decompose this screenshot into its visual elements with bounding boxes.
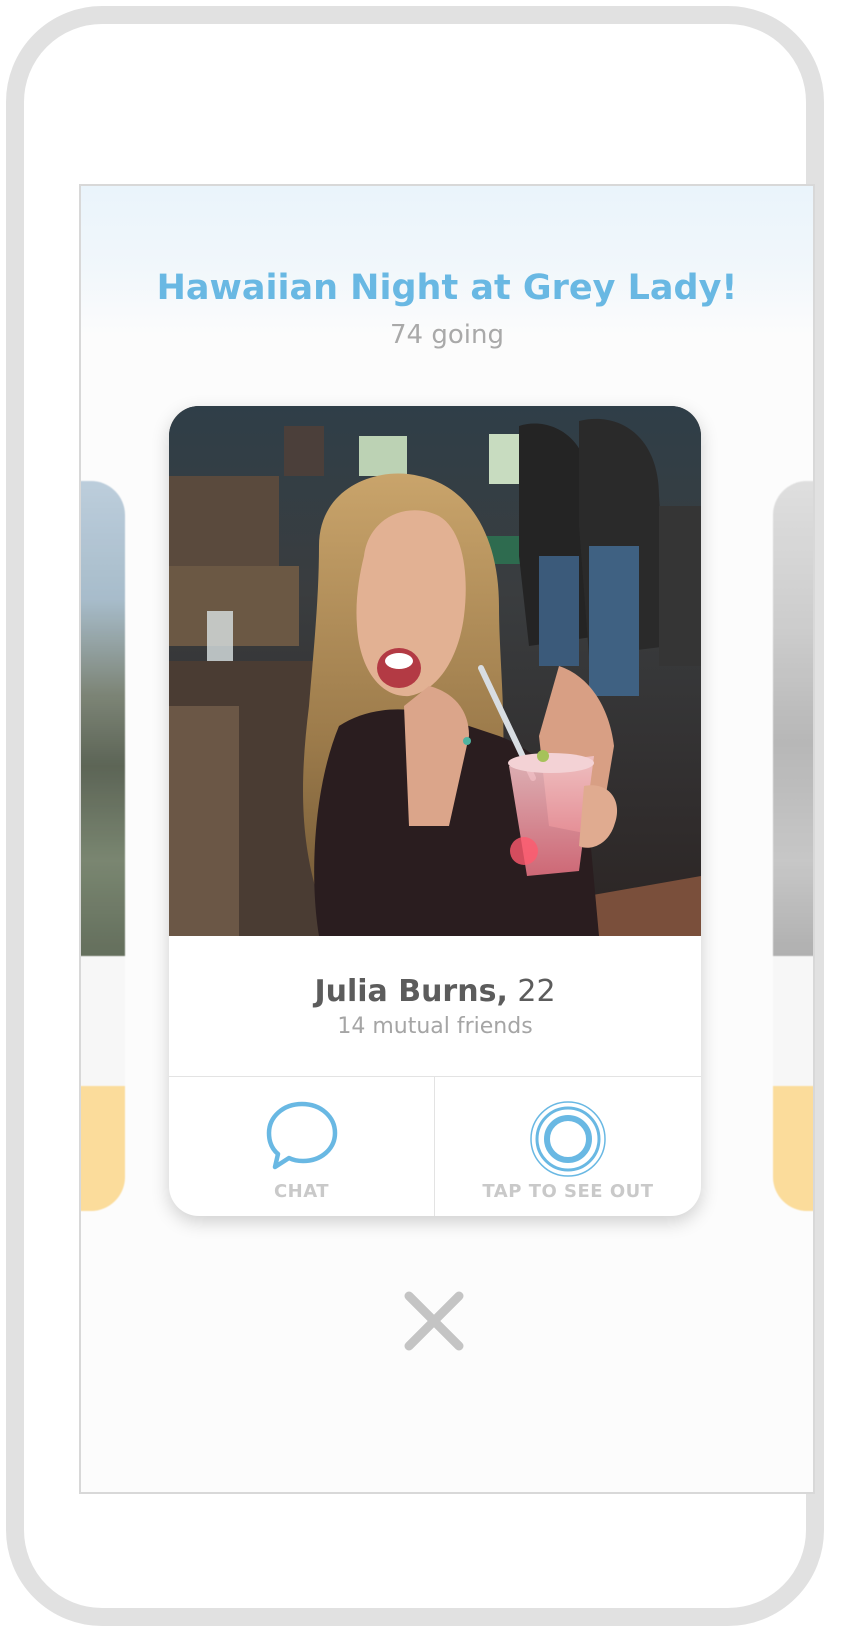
previous-profile-photo bbox=[81, 481, 125, 956]
event-going-count: 74 going bbox=[390, 320, 504, 350]
next-profile-card[interactable] bbox=[773, 481, 813, 1211]
phone-frame: Hawaiian Night at Grey Lady! 74 going Ju… bbox=[6, 6, 824, 1626]
mutual-friends: 14 mutual friends bbox=[337, 1014, 533, 1039]
app-screen: Hawaiian Night at Grey Lady! 74 going Ju… bbox=[79, 184, 815, 1494]
event-title: Hawaiian Night at Grey Lady! bbox=[156, 268, 738, 308]
previous-profile-bar bbox=[81, 1086, 125, 1211]
concentric-rings-icon bbox=[528, 1099, 608, 1183]
close-button[interactable] bbox=[399, 1286, 469, 1356]
tap-to-see-out-label: TAP TO SEE OUT bbox=[482, 1181, 654, 1202]
header-background bbox=[81, 186, 813, 336]
profile-card[interactable]: Julia Burns, 22 14 mutual friends CHAT T… bbox=[169, 406, 701, 1216]
previous-profile-card[interactable] bbox=[81, 481, 125, 1211]
profile-name-line: Julia Burns, 22 bbox=[169, 974, 701, 1009]
profile-photo-illustration bbox=[169, 406, 701, 936]
profile-info: Julia Burns, 22 14 mutual friends bbox=[169, 936, 701, 1076]
next-profile-bar bbox=[773, 1086, 813, 1211]
chat-bubble-icon bbox=[263, 1099, 341, 1177]
chat-button[interactable]: CHAT bbox=[169, 1077, 435, 1216]
profile-age: 22 bbox=[507, 974, 556, 1009]
next-profile-photo bbox=[773, 481, 813, 956]
profile-actions: CHAT TAP TO SEE OUT bbox=[169, 1076, 701, 1216]
chat-label: CHAT bbox=[273, 1181, 330, 1202]
profile-name: Julia Burns, bbox=[314, 974, 508, 1009]
profile-photo bbox=[169, 406, 701, 936]
close-x-icon bbox=[404, 1291, 464, 1351]
tap-to-see-out-button[interactable]: TAP TO SEE OUT bbox=[435, 1077, 701, 1216]
